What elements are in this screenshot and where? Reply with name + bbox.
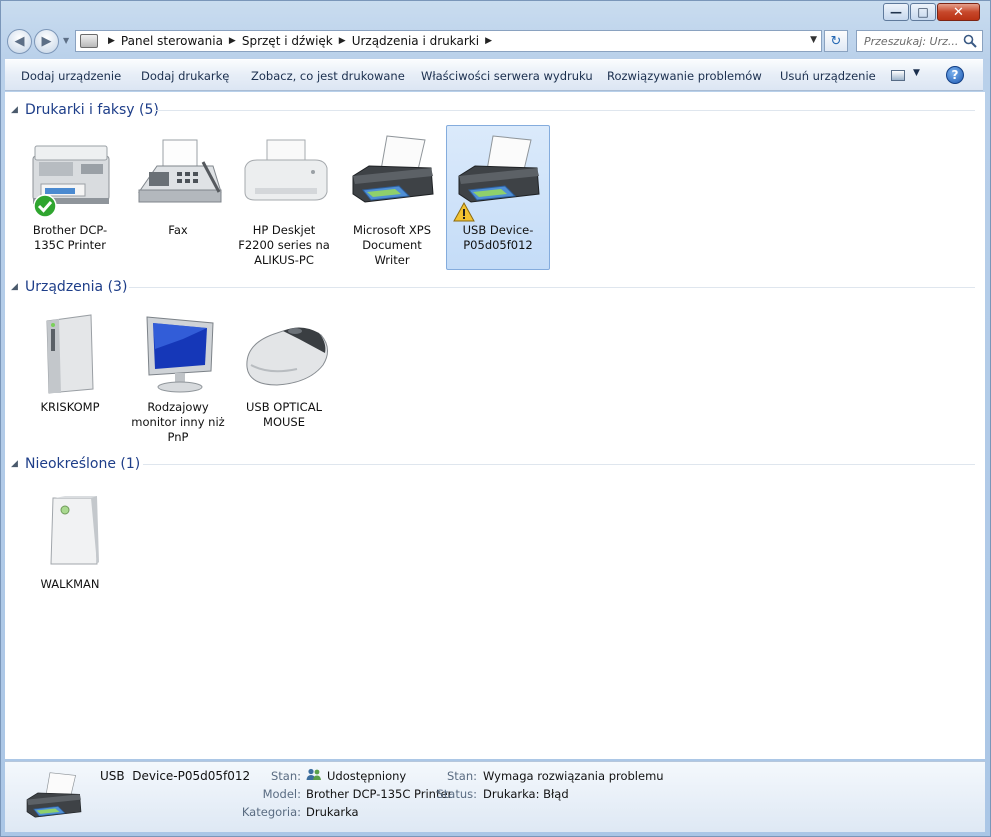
breadcrumb-hardware-and-sound[interactable]: Sprzęt i dźwięk — [242, 34, 333, 48]
maximize-icon: □ — [917, 5, 929, 19]
recent-pages-chevron-down-icon[interactable]: ▼ — [63, 36, 69, 45]
details-model-label: Model: — [262, 787, 301, 801]
close-button[interactable]: ✕ — [937, 3, 980, 21]
device-label: Brother DCP-135C Printer — [32, 223, 108, 252]
add-printer-button[interactable]: Dodaj drukarkę — [141, 69, 229, 83]
device-tile-kriskomp[interactable]: KRISKOMP — [18, 302, 122, 447]
maximize-button[interactable]: □ — [910, 3, 936, 21]
group-printers-title: Drukarki i faksy (5) — [25, 102, 159, 118]
troubleshoot-button[interactable]: Rozwiązywanie problemów — [607, 69, 762, 83]
device-label: Microsoft XPS Document Writer — [352, 223, 432, 267]
computer-tower-icon — [25, 309, 117, 395]
device-tile-usb-mouse[interactable]: USB OPTICAL MOUSE — [232, 302, 336, 447]
title-bar: — □ ✕ — [1, 1, 990, 25]
collapse-triangle-icon[interactable]: ◢ — [11, 105, 18, 115]
breadcrumb-control-panel[interactable]: Panel sterowania — [121, 34, 223, 48]
remove-device-button[interactable]: Usuń urządzenie — [780, 69, 876, 83]
close-icon: ✕ — [953, 4, 964, 20]
device-tile-walkman[interactable]: WALKMAN — [18, 479, 122, 624]
device-tile-usb-device[interactable]: USB Device-P05d05f012 — [446, 125, 550, 270]
media-device-icon — [25, 486, 117, 572]
help-button[interactable]: ? — [946, 66, 964, 84]
printer-icon — [347, 132, 439, 218]
collapse-triangle-icon[interactable]: ◢ — [11, 459, 18, 469]
printer-icon — [453, 132, 545, 222]
group-divider — [143, 464, 975, 465]
add-device-button[interactable]: Dodaj urządzenie — [21, 69, 121, 83]
device-tile-monitor[interactable]: Rodzajowy monitor inny niż PnP — [126, 302, 230, 447]
change-view-button[interactable]: ▼ — [891, 68, 923, 83]
breadcrumb-chevron-icon[interactable]: ▶ — [108, 36, 115, 46]
device-tile-brother-printer[interactable]: Brother DCP-135C Printer — [18, 125, 122, 270]
details-category-label: Kategoria: — [241, 805, 301, 819]
printer-icon — [21, 770, 87, 828]
minimize-icon: — — [890, 5, 902, 19]
details-pane: USB Device-P05d05f012 Stan: Udostępniony… — [5, 761, 985, 832]
address-history-chevron-down-icon[interactable]: ▼ — [810, 35, 817, 45]
search-icon[interactable] — [963, 34, 977, 48]
command-bar: Dodaj urządzenie Dodaj drukarkę Zobacz, … — [5, 59, 983, 91]
details-state-text: Udostępniony — [327, 769, 407, 783]
details-state-label: Stan: — [270, 769, 301, 783]
forward-button[interactable]: ▶ — [34, 29, 59, 54]
group-divider — [155, 110, 975, 111]
back-arrow-icon: ◀ — [14, 34, 25, 49]
default-check-icon — [33, 194, 57, 218]
fax-icon — [133, 132, 225, 218]
device-label: KRISKOMP — [40, 400, 100, 414]
details-state2-value: Wymaga rozwiązania problemu — [483, 769, 664, 783]
device-label: USB Device-P05d05f012 — [462, 223, 534, 252]
view-icon — [891, 70, 905, 81]
inkjet-printer-icon — [239, 132, 331, 218]
shared-users-icon — [306, 768, 321, 780]
refresh-icon: ↻ — [830, 33, 842, 49]
see-printing-button[interactable]: Zobacz, co jest drukowane — [251, 69, 405, 83]
collapse-triangle-icon[interactable]: ◢ — [11, 282, 18, 292]
back-button[interactable]: ◀ — [7, 29, 32, 54]
details-state2-label: Stan: — [446, 769, 477, 783]
control-panel-icon — [80, 34, 98, 48]
device-tile-xps-writer[interactable]: Microsoft XPS Document Writer — [340, 125, 444, 270]
search-input[interactable] — [857, 31, 957, 51]
details-device-name: USB Device-P05d05f012 — [100, 769, 251, 783]
devices-view: ◢ Drukarki i faksy (5) Brother DCP-135C … — [5, 92, 985, 759]
search-box — [856, 30, 983, 52]
device-label: USB OPTICAL MOUSE — [246, 400, 322, 429]
device-label: Fax — [168, 223, 188, 237]
view-chevron-down-icon: ▼ — [913, 68, 920, 78]
help-icon: ? — [951, 68, 959, 82]
device-label: HP Deskjet F2200 series na ALIKUS-PC — [238, 223, 330, 267]
details-state-value: Udostępniony — [306, 768, 406, 783]
address-bar[interactable]: ▶ Panel sterowania ▶ Sprzęt i dźwięk ▶ U… — [75, 30, 822, 52]
devices-and-printers-window: — □ ✕ ◀ ▶ ▼ ▶ Panel sterowania ▶ Sprzęt … — [0, 0, 991, 837]
details-status-label: Status: — [436, 787, 477, 801]
group-unspecified-title: Nieokreślone (1) — [25, 456, 141, 472]
details-status-value: Drukarka: Błąd — [483, 787, 569, 801]
breadcrumb-chevron-icon[interactable]: ▶ — [339, 36, 346, 46]
forward-arrow-icon: ▶ — [41, 34, 52, 49]
minimize-button[interactable]: — — [883, 3, 909, 21]
mouse-icon — [239, 309, 331, 395]
device-tile-hp-deskjet[interactable]: HP Deskjet F2200 series na ALIKUS-PC — [232, 125, 336, 270]
breadcrumb-devices-and-printers[interactable]: Urządzenia i drukarki — [352, 34, 479, 48]
device-label: Rodzajowy monitor inny niż PnP — [131, 400, 225, 444]
group-divider — [129, 287, 975, 288]
navigation-bar: ◀ ▶ ▼ ▶ Panel sterowania ▶ Sprzęt i dźwi… — [1, 26, 990, 56]
details-model-value: Brother DCP-135C Printer — [306, 787, 453, 801]
group-devices-title: Urządzenia (3) — [25, 279, 128, 295]
device-label: WALKMAN — [40, 577, 100, 591]
details-category-value: Drukarka — [306, 805, 359, 819]
multifunction-printer-icon — [25, 132, 117, 218]
refresh-button[interactable]: ↻ — [824, 30, 848, 52]
breadcrumb-chevron-icon[interactable]: ▶ — [229, 36, 236, 46]
window-controls: — □ ✕ — [882, 3, 980, 21]
device-tile-fax[interactable]: Fax — [126, 125, 230, 270]
print-server-properties-button[interactable]: Właściwości serwera wydruku — [421, 69, 593, 83]
warning-icon — [453, 202, 475, 222]
breadcrumb-chevron-icon[interactable]: ▶ — [485, 36, 492, 46]
monitor-icon — [133, 309, 225, 395]
